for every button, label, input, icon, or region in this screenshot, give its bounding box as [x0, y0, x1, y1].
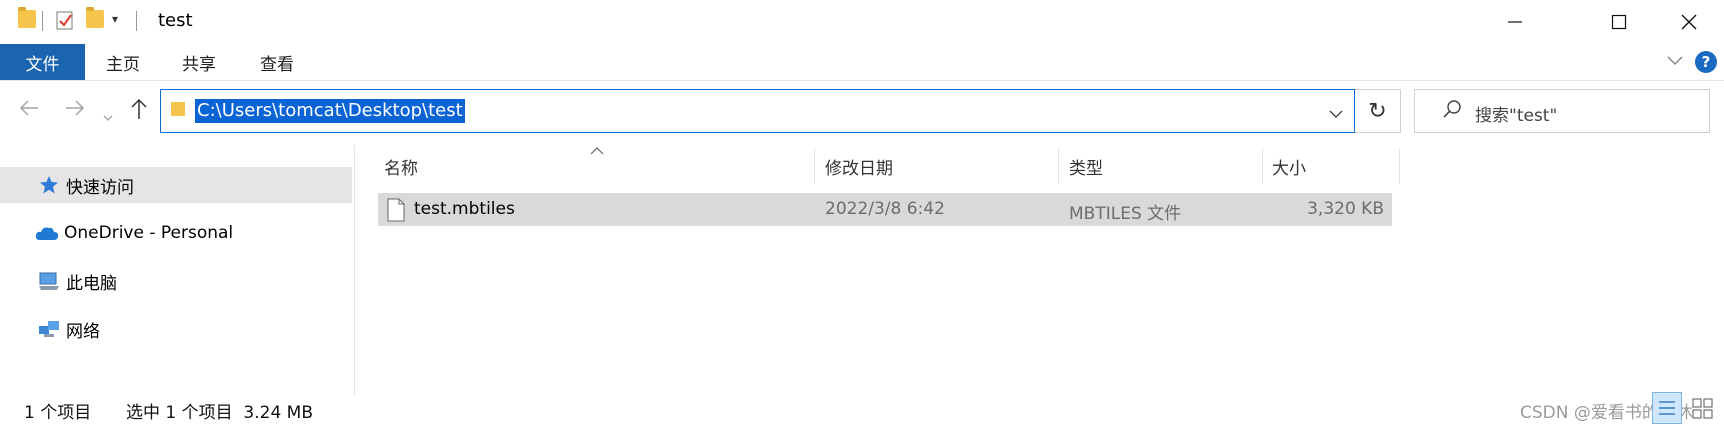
search-input[interactable]: 搜索"test" [1475, 101, 1557, 126]
separator [42, 11, 43, 31]
back-arrow-icon[interactable] [18, 97, 40, 125]
forward-arrow-icon[interactable] [64, 97, 86, 125]
customize-toolbar-chevron-icon[interactable]: ▾ [112, 12, 118, 26]
file-type: MBTILES 文件 [1069, 204, 1182, 224]
nav-item-label: 此电脑 [66, 273, 117, 294]
column-header-type[interactable]: 类型 [1063, 148, 1263, 184]
tab-view[interactable]: 查看 [246, 44, 308, 80]
column-header-size[interactable]: 大小 [1266, 148, 1400, 184]
onedrive-cloud-icon [34, 225, 60, 241]
navigation-pane: 快速访问 OneDrive - Personal 此电脑 网络 [0, 145, 355, 395]
tab-file[interactable]: 文件 [0, 44, 85, 80]
refresh-icon: ↻ [1368, 98, 1387, 124]
column-header-modified[interactable]: 修改日期 [819, 148, 1059, 184]
window-title: test [158, 10, 193, 31]
file-icon [386, 198, 406, 227]
status-item-count: 1 个项目 [24, 403, 92, 423]
new-folder-icon[interactable] [86, 7, 104, 28]
quick-access-star-icon [36, 175, 62, 195]
minimize-button[interactable] [1480, 0, 1550, 44]
network-icon [36, 319, 62, 339]
nav-item-label: OneDrive - Personal [64, 223, 234, 243]
nav-item-this-pc[interactable]: 此电脑 [0, 263, 352, 299]
nav-item-onedrive[interactable]: OneDrive - Personal [0, 215, 352, 251]
tab-home[interactable]: 主页 [92, 44, 154, 80]
nav-item-network[interactable]: 网络 [0, 311, 352, 347]
nav-item-quick-access[interactable]: 快速访问 [0, 167, 352, 203]
details-view-button[interactable] [1652, 392, 1682, 424]
separator [136, 11, 137, 31]
tab-share[interactable]: 共享 [168, 44, 230, 80]
up-arrow-icon[interactable] [128, 97, 150, 126]
this-pc-icon [36, 271, 62, 291]
folder-icon [171, 102, 185, 116]
nav-item-label: 网络 [66, 321, 100, 342]
ribbon: 文件 主页 共享 查看 ? [0, 44, 1724, 81]
address-bar[interactable]: C:\Users\tomcat\Desktop\test [160, 89, 1355, 133]
status-selection: 选中 1 个项目 3.24 MB [126, 403, 314, 423]
search-box[interactable]: 搜索"test" [1414, 89, 1710, 133]
maximize-button[interactable] [1584, 0, 1654, 44]
file-modified: 2022/3/8 6:42 [825, 199, 945, 219]
file-size: 3,320 KB [1307, 199, 1384, 219]
address-history-chevron-icon[interactable] [1329, 104, 1343, 124]
address-path[interactable]: C:\Users\tomcat\Desktop\test [195, 99, 465, 123]
file-row[interactable]: test.mbtiles 2022/3/8 6:42 MBTILES 文件 3,… [378, 193, 1392, 226]
column-header-name[interactable]: 名称 [378, 148, 815, 184]
search-icon [1441, 98, 1463, 126]
close-button[interactable] [1654, 0, 1724, 44]
folder-icon [18, 7, 36, 28]
file-name: test.mbtiles [414, 199, 515, 219]
help-icon[interactable]: ? [1695, 51, 1717, 73]
nav-item-label: 快速访问 [66, 177, 134, 198]
recent-locations-chevron-icon[interactable] [103, 104, 113, 129]
large-icons-view-button[interactable] [1690, 396, 1716, 427]
expand-ribbon-chevron-icon[interactable] [1666, 52, 1684, 71]
refresh-button[interactable]: ↻ [1355, 89, 1401, 133]
properties-check-icon[interactable] [56, 10, 74, 30]
title-bar: ▾ test [0, 0, 1724, 44]
